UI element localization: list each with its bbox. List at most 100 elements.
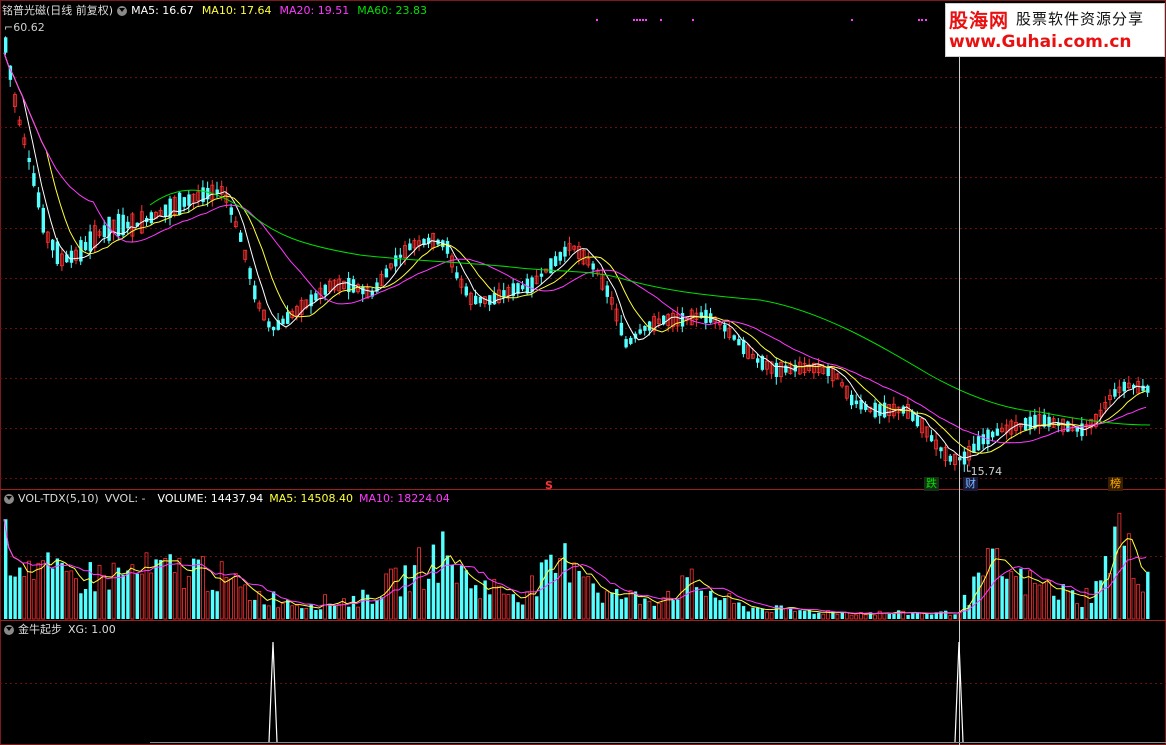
volume-bar-up	[863, 614, 868, 620]
volume-bar-up	[257, 590, 262, 620]
volume-bar-up	[1075, 603, 1079, 620]
main-legend: 铭普光磁(日线 前复权) MA5: 16.67 MA10: 17.64 MA20…	[0, 3, 427, 19]
xg-signal-spike	[268, 641, 278, 743]
candle-down	[1028, 416, 1032, 429]
vvol-legend: VVOL: -	[104, 492, 146, 505]
volume-bar-up	[666, 591, 671, 620]
volume-bar-down	[60, 562, 64, 619]
volume-bar-up	[497, 585, 501, 620]
volume-bar-down	[1122, 545, 1126, 619]
candle-down	[530, 277, 534, 292]
signal-dot	[596, 19, 598, 21]
volume-bar-down	[906, 614, 910, 619]
volume-bar-down	[544, 559, 548, 619]
signal-dot	[660, 19, 662, 21]
candle-down	[854, 400, 859, 405]
volume-bar-up	[290, 605, 295, 620]
volume-bar-down	[8, 575, 13, 619]
volume-bar-up	[31, 579, 36, 620]
volume-bar-up	[224, 577, 229, 620]
candle-down	[126, 221, 130, 229]
volume-bar-down	[403, 565, 407, 619]
volume-bar-up	[478, 598, 483, 620]
candle-down	[474, 295, 478, 305]
xg-value: XG: 1.00	[68, 623, 116, 636]
volume-bar-down	[469, 588, 473, 619]
dropdown-icon[interactable]	[117, 6, 128, 16]
volume-bar-up	[530, 575, 534, 620]
marker-cai[interactable]: 财	[963, 477, 978, 491]
volume-bar-up	[163, 557, 168, 620]
volume-bar-down	[676, 599, 680, 619]
signal-dot	[642, 19, 644, 21]
candle-down	[267, 321, 271, 328]
candle-down	[638, 329, 642, 334]
marker-die[interactable]: 跌	[924, 477, 939, 491]
volume-bar-down	[953, 614, 957, 619]
candle-down	[398, 254, 403, 258]
candle-down	[408, 243, 412, 251]
volume-bar-up	[139, 573, 144, 620]
volume-bar-up	[506, 594, 511, 620]
candle-down	[182, 197, 186, 207]
signal-dot	[633, 19, 635, 21]
volume-bar-down	[488, 594, 492, 619]
volume-bar-down	[549, 554, 553, 619]
volume-bar-up	[605, 590, 609, 620]
volume-bar-down	[694, 587, 699, 619]
marker-s[interactable]: S	[545, 479, 553, 493]
volume-bar-up	[280, 603, 285, 620]
volume-bar-up	[97, 565, 102, 620]
volume-bar-up	[417, 547, 422, 620]
stock-title: 铭普光磁(日线 前复权)	[2, 4, 114, 17]
candle-down	[995, 428, 1000, 436]
signal-dot	[639, 19, 641, 21]
volume-bar-up	[1023, 594, 1028, 620]
volume-bar-down	[652, 605, 656, 619]
volume-bar-up	[877, 610, 882, 620]
volume-bar-up	[1136, 583, 1141, 620]
volume-bar-down	[55, 558, 60, 619]
volume-bar-down	[1113, 526, 1117, 619]
volume-bar-up	[882, 612, 887, 620]
volume-bar-up	[27, 560, 31, 620]
volume-bar-up	[36, 562, 41, 620]
volume-bar-down	[596, 592, 600, 619]
volume-bar-down	[643, 598, 647, 619]
volume-bar-down	[812, 613, 816, 619]
volume-bar-down	[976, 572, 981, 619]
volume-bar-down	[1005, 578, 1009, 619]
volume-bar-down	[83, 588, 88, 619]
volume-bar-down	[511, 594, 515, 619]
volume-bar-down	[192, 558, 196, 619]
volume-bar-up	[1131, 577, 1136, 620]
candle-down	[163, 204, 168, 217]
volume-bar-down	[929, 614, 934, 619]
ma60-legend: MA60: 23.83	[357, 4, 427, 17]
candle-down	[737, 339, 741, 346]
volume-bar-down	[46, 552, 50, 619]
volume-bar-up	[144, 552, 149, 620]
vol-indicator-name: VOL-TDX(5,10)	[18, 492, 99, 505]
dropdown-icon[interactable]	[4, 625, 14, 635]
volume-bar-up	[835, 613, 840, 620]
candle-down	[488, 295, 492, 305]
volume-bar-down	[1080, 607, 1084, 619]
volume-bar-down	[253, 599, 257, 619]
candle-down	[624, 339, 628, 348]
volume-bar-down	[718, 600, 722, 619]
volume-bar-down	[887, 613, 891, 619]
candle-down	[549, 258, 553, 274]
candle-down	[878, 404, 882, 416]
xg-indicator-name: 金牛起步	[18, 623, 62, 636]
candle-down	[215, 189, 219, 194]
volume-bar-down	[1052, 595, 1056, 619]
volume-bar-down	[539, 562, 544, 619]
dropdown-icon[interactable]	[4, 494, 14, 504]
marker-bang[interactable]: 榜	[1108, 477, 1123, 491]
volume-bar-up	[111, 562, 116, 620]
signal-dot	[645, 19, 647, 21]
volume-bar-up	[41, 560, 45, 620]
volume-bar-down	[427, 578, 431, 619]
volume-bar-down	[600, 602, 605, 619]
